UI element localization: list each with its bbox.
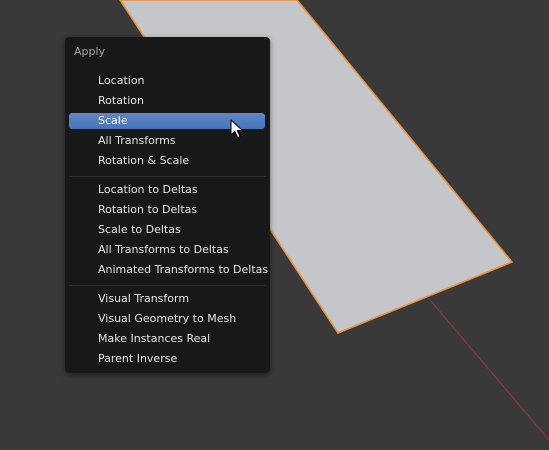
x-axis-line bbox=[429, 299, 549, 441]
menu-item-rotation[interactable]: Rotation bbox=[69, 93, 265, 109]
menu-item-label: Visual Transform bbox=[98, 292, 190, 305]
menu-item-rotation-and-scale[interactable]: Rotation & Scale bbox=[69, 153, 265, 169]
menu-item-label: Animated Transforms to Deltas bbox=[98, 263, 269, 276]
menu-item-animated-transforms-to-deltas[interactable]: Animated Transforms to Deltas bbox=[69, 262, 269, 278]
menu-item-location[interactable]: Location bbox=[69, 73, 265, 89]
menu-item-label: Make Instances Real bbox=[98, 332, 211, 345]
menu-item-label: Location bbox=[98, 74, 145, 87]
menu-item-visual-geometry-to-mesh[interactable]: Visual Geometry to Mesh bbox=[69, 311, 265, 327]
menu-separator bbox=[69, 176, 266, 177]
menu-item-label: Location to Deltas bbox=[98, 183, 198, 196]
menu-item-all-transforms-to-deltas[interactable]: All Transforms to Deltas bbox=[69, 242, 265, 258]
apply-menu: Apply Location Rotation Scale All Transf… bbox=[65, 37, 270, 373]
menu-item-label: Rotation to Deltas bbox=[98, 203, 198, 216]
menu-item-scale-to-deltas[interactable]: Scale to Deltas bbox=[69, 222, 265, 238]
arrow-pointer-icon bbox=[230, 119, 244, 139]
menu-item-label: All Transforms bbox=[98, 134, 176, 147]
menu-item-label: Scale to Deltas bbox=[98, 223, 181, 236]
menu-item-visual-transform[interactable]: Visual Transform bbox=[69, 291, 265, 307]
menu-item-parent-inverse[interactable]: Parent Inverse bbox=[69, 351, 265, 367]
menu-item-rotation-to-deltas[interactable]: Rotation to Deltas bbox=[69, 202, 265, 218]
menu-item-label: Rotation & Scale bbox=[98, 154, 190, 167]
menu-item-location-to-deltas[interactable]: Location to Deltas bbox=[69, 182, 265, 198]
menu-separator bbox=[69, 285, 266, 286]
menu-title: Apply bbox=[74, 45, 106, 58]
menu-item-label: Parent Inverse bbox=[98, 352, 178, 365]
menu-item-label: All Transforms to Deltas bbox=[98, 243, 229, 256]
menu-item-label: Scale bbox=[98, 114, 128, 127]
menu-item-label: Rotation bbox=[98, 94, 145, 107]
menu-item-make-instances-real[interactable]: Make Instances Real bbox=[69, 331, 265, 347]
menu-item-label: Visual Geometry to Mesh bbox=[98, 312, 237, 325]
